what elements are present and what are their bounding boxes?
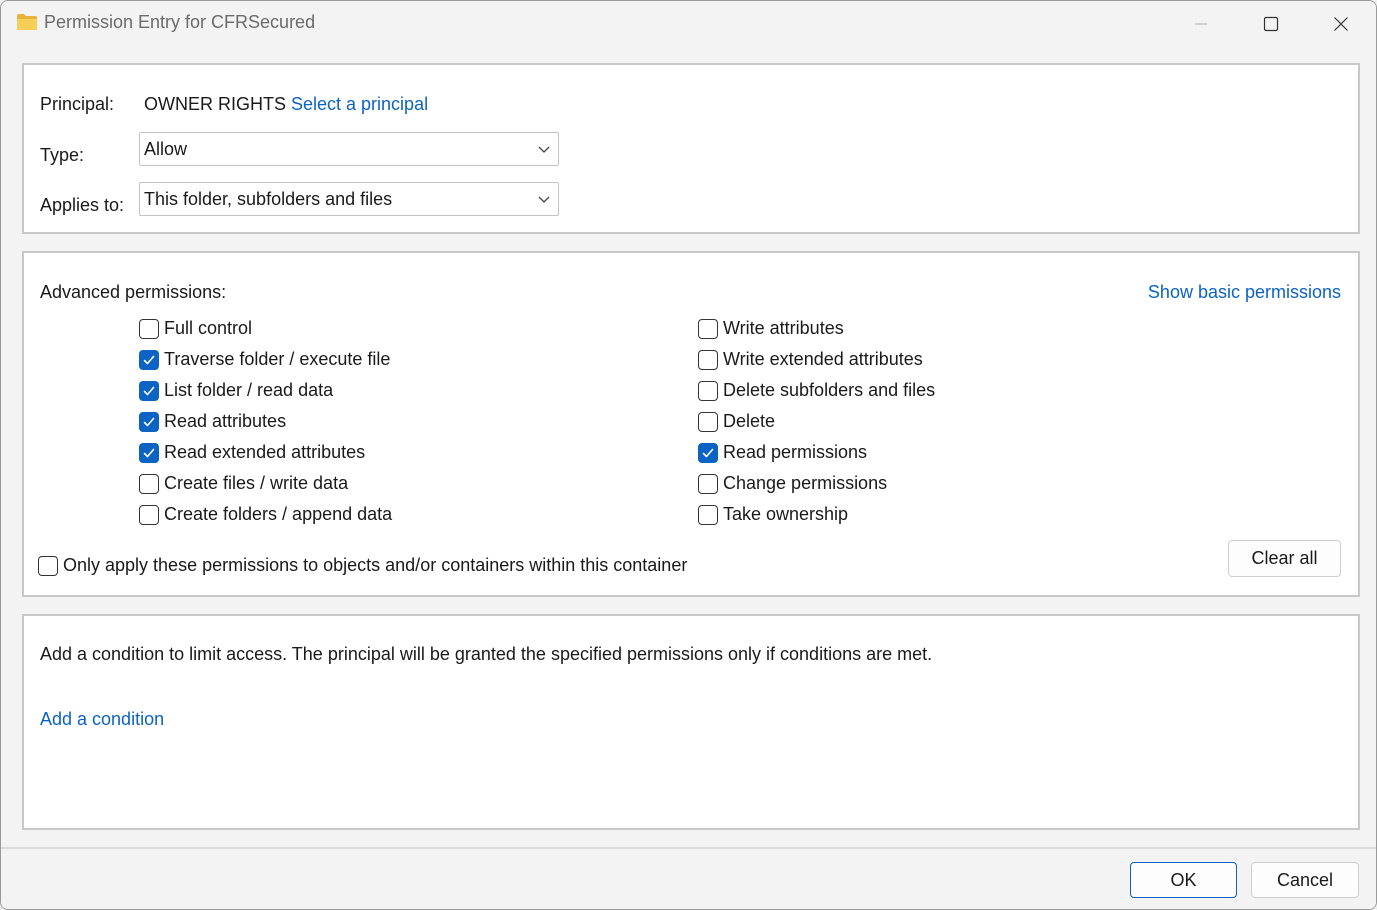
minimize-icon [1195,23,1207,25]
cancel-button[interactable]: Cancel [1251,862,1359,898]
clear-all-button[interactable]: Clear all [1228,540,1341,577]
type-select-value: Allow [144,139,188,159]
permission-entry-dialog: Permission Entry for CFRSecured Principa… [0,0,1377,910]
maximize-button[interactable] [1236,1,1306,47]
permission-label: Write attributes [723,318,844,338]
permission-label: Read attributes [164,411,287,431]
chevron-down-icon [538,196,550,203]
permission-checkbox[interactable] [698,443,718,463]
permission-label: Traverse folder / execute file [164,349,391,369]
condition-panel: Add a condition to limit access. The pri… [22,614,1360,830]
permission-checkbox[interactable] [698,412,718,432]
permission-label: Write extended attributes [723,349,923,369]
permission-checkbox[interactable] [139,381,159,401]
chevron-down-icon [538,146,550,153]
permission-checkbox[interactable] [698,319,718,339]
permission-checkbox[interactable] [139,474,159,494]
checkmark-icon [143,386,155,396]
condition-description: Add a condition to limit access. The pri… [40,644,933,664]
maximize-icon [1263,16,1279,32]
permission-checkbox[interactable] [698,381,718,401]
permission-checkbox[interactable] [698,474,718,494]
dialog-footer: OK Cancel [1,849,1376,909]
add-condition-link[interactable]: Add a condition [40,709,164,730]
type-label: Type: [40,145,85,165]
applies-to-label: Applies to: [40,195,125,215]
checkmark-icon [143,417,155,427]
checkmark-icon [702,448,714,458]
permission-checkbox[interactable] [139,412,159,432]
ok-button[interactable]: OK [1130,862,1237,898]
permission-checkbox[interactable] [698,350,718,370]
permission-label: Read extended attributes [164,442,366,462]
principal-label: Principal: [40,94,115,114]
type-select[interactable]: Allow [139,132,559,166]
permission-label: Full control [164,318,253,338]
advanced-permissions-label: Advanced permissions: [40,282,227,302]
minimize-button[interactable] [1166,1,1236,47]
show-basic-permissions-link[interactable]: Show basic permissions [1148,282,1341,303]
permission-label: Change permissions [723,473,888,493]
permission-checkbox[interactable] [139,443,159,463]
checkmark-icon [143,448,155,458]
select-principal-link[interactable]: Select a principal [291,94,428,115]
principal-panel: Principal: OWNER RIGHTS Select a princip… [22,63,1360,234]
permission-label: Read permissions [723,442,868,462]
close-icon [1334,17,1348,31]
title-bar[interactable]: Permission Entry for CFRSecured [1,1,1376,47]
permission-label: Take ownership [723,504,849,524]
advanced-permissions-panel: Advanced permissions: Show basic permiss… [22,251,1360,597]
permission-checkbox[interactable] [139,319,159,339]
only-apply-checkbox[interactable] [38,556,58,576]
permission-label: List folder / read data [164,380,334,400]
principal-value: OWNER RIGHTS [144,94,286,114]
window-title: Permission Entry for CFRSecured [44,12,316,32]
permission-checkbox[interactable] [139,505,159,525]
permission-checkbox[interactable] [698,505,718,525]
only-apply-label: Only apply these permissions to objects … [63,555,688,575]
applies-to-select[interactable]: This folder, subfolders and files [139,182,559,216]
permission-label: Delete [723,411,776,431]
folder-icon [17,14,37,30]
checkmark-icon [143,355,155,365]
close-button[interactable] [1306,1,1376,47]
applies-to-select-value: This folder, subfolders and files [144,189,393,209]
permission-label: Create files / write data [164,473,349,493]
permission-label: Delete subfolders and files [723,380,936,400]
permission-checkbox[interactable] [139,350,159,370]
permission-label: Create folders / append data [164,504,393,524]
